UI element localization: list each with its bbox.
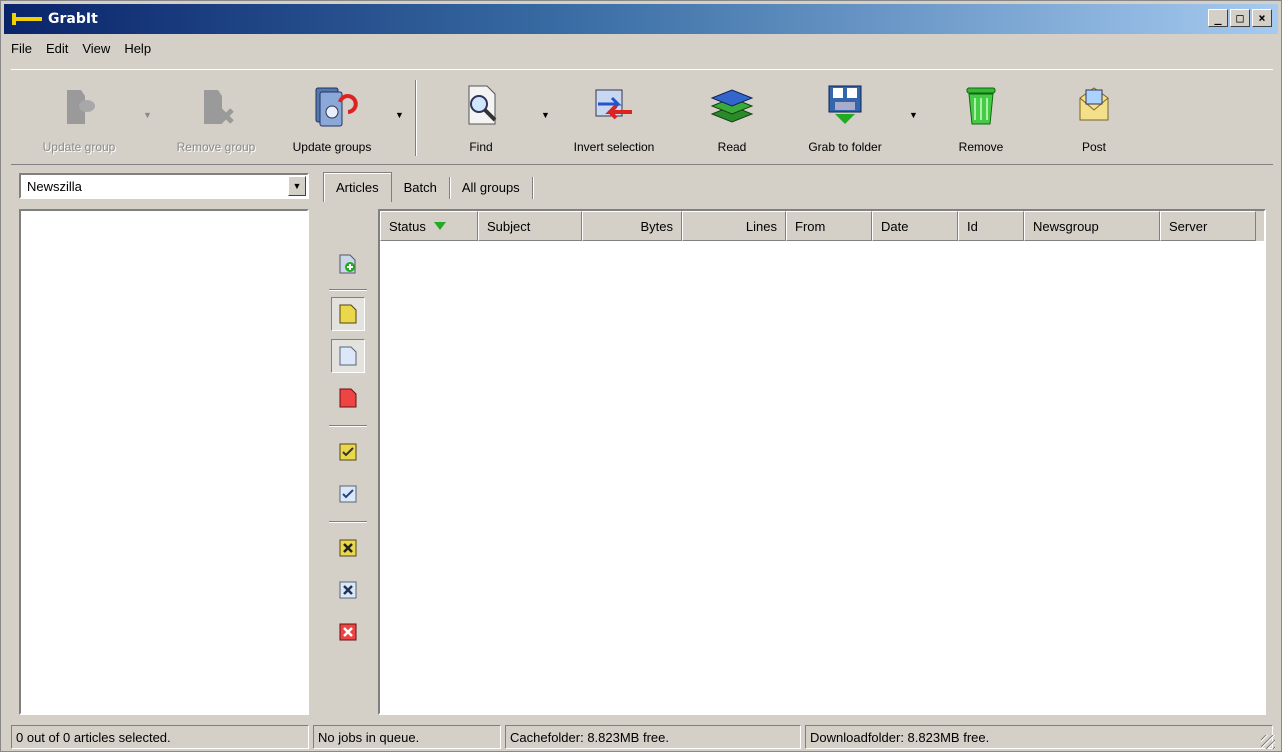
read-label: Read <box>717 140 747 154</box>
column-status[interactable]: Status <box>380 211 478 241</box>
red-x-icon <box>339 623 357 641</box>
tab-all-groups[interactable]: All groups <box>450 172 532 202</box>
menu-file[interactable]: File <box>11 41 32 56</box>
column-headers: Status Subject Bytes Lines From Date Id … <box>380 211 1264 241</box>
filter-blue-x-button[interactable] <box>331 573 365 607</box>
filter-separator <box>329 425 367 427</box>
status-bar: 0 out of 0 articles selected. No jobs in… <box>11 725 1277 751</box>
update-groups-dropdown-icon[interactable]: ▼ <box>395 110 404 120</box>
tab-batch[interactable]: Batch <box>392 172 449 202</box>
invert-selection-button[interactable]: Invert selection <box>559 74 669 162</box>
remove-group-label: Remove group <box>176 140 256 154</box>
yellow-check-icon <box>339 443 357 461</box>
filter-separator <box>329 289 367 291</box>
yellow-x-icon <box>339 539 357 557</box>
post-button[interactable]: Post <box>1059 74 1129 162</box>
tab-separator <box>531 177 533 199</box>
invert-selection-icon <box>595 89 632 120</box>
toolbar-separator <box>415 80 417 156</box>
filter-yellow-check-button[interactable] <box>331 435 365 469</box>
blue-x-icon <box>339 581 357 599</box>
column-bytes[interactable]: Bytes <box>582 211 682 241</box>
status-queue: No jobs in queue. <box>313 725 501 749</box>
column-server[interactable]: Server <box>1160 211 1256 241</box>
menu-help[interactable]: Help <box>124 41 151 56</box>
menu-bar: File Edit View Help <box>11 41 151 56</box>
post-icon <box>1079 87 1109 121</box>
update-group-button[interactable]: Update group <box>29 74 129 162</box>
server-select[interactable]: Newszilla ▼ <box>19 173 309 199</box>
remove-group-icon <box>204 90 234 124</box>
filter-red-doc-button[interactable] <box>331 381 365 415</box>
update-group-icon <box>67 90 95 124</box>
update-groups-button[interactable]: Update groups <box>279 74 385 162</box>
app-icon <box>12 13 42 25</box>
menu-edit[interactable]: Edit <box>46 41 68 56</box>
article-list[interactable]: Status Subject Bytes Lines From Date Id … <box>378 209 1266 715</box>
grab-to-folder-label: Grab to folder <box>808 140 882 154</box>
window-title: GrabIt <box>48 11 98 27</box>
view-tabs: Articles Batch All groups <box>323 172 533 202</box>
red-document-icon <box>339 388 357 408</box>
close-button[interactable]: × <box>1252 9 1272 27</box>
blue-check-icon <box>339 485 357 503</box>
post-label: Post <box>1081 140 1106 154</box>
sort-descending-icon <box>433 222 446 230</box>
trash-icon <box>966 87 996 125</box>
find-icon <box>468 85 497 125</box>
minimize-button[interactable]: _ <box>1208 9 1228 27</box>
chevron-down-icon[interactable]: ▼ <box>288 176 306 196</box>
column-lines[interactable]: Lines <box>682 211 786 241</box>
filter-yellow-x-button[interactable] <box>331 531 365 565</box>
menu-view[interactable]: View <box>82 41 110 56</box>
update-groups-label: Update groups <box>292 140 372 154</box>
yellow-document-icon <box>339 304 357 324</box>
filter-separator <box>329 521 367 523</box>
filter-blue-doc-button[interactable] <box>331 339 365 373</box>
status-download: Downloadfolder: 8.823MB free. <box>805 725 1273 749</box>
read-button[interactable]: Read <box>697 74 767 162</box>
window-controls: _ □ × <box>1208 9 1272 27</box>
remove-button[interactable]: Remove <box>941 74 1021 162</box>
add-filter-button[interactable] <box>331 247 365 281</box>
update-group-dropdown-icon[interactable]: ▼ <box>143 110 152 120</box>
maximize-button[interactable]: □ <box>1230 9 1250 27</box>
find-dropdown-icon[interactable]: ▼ <box>541 110 550 120</box>
update-groups-icon <box>315 87 358 127</box>
filter-yellow-doc-button[interactable] <box>331 297 365 331</box>
column-from[interactable]: From <box>786 211 872 241</box>
resize-grip-icon[interactable] <box>1261 735 1275 749</box>
column-subject[interactable]: Subject <box>478 211 582 241</box>
status-cache: Cachefolder: 8.823MB free. <box>505 725 801 749</box>
grabit-window: GrabIt _ □ × File Edit View Help Update … <box>0 0 1282 752</box>
filter-strip <box>323 209 373 715</box>
add-document-icon <box>339 254 356 274</box>
tab-articles[interactable]: Articles <box>323 172 392 202</box>
grab-to-folder-icon <box>828 85 862 124</box>
column-id[interactable]: Id <box>958 211 1024 241</box>
update-group-label: Update group <box>42 140 116 154</box>
blue-document-icon <box>339 346 357 366</box>
status-selection: 0 out of 0 articles selected. <box>11 725 309 749</box>
column-newsgroup[interactable]: Newsgroup <box>1024 211 1160 241</box>
title-bar[interactable]: GrabIt _ □ × <box>4 4 1278 34</box>
filter-blue-check-button[interactable] <box>331 477 365 511</box>
filter-red-x-button[interactable] <box>331 615 365 649</box>
invert-selection-label: Invert selection <box>573 140 655 154</box>
remove-group-button[interactable]: Remove group <box>161 74 271 162</box>
find-label: Find <box>469 140 493 154</box>
find-button[interactable]: Find <box>441 74 521 162</box>
server-select-value: Newszilla <box>27 178 82 194</box>
read-icon <box>710 89 754 123</box>
remove-label: Remove <box>958 140 1004 154</box>
column-date[interactable]: Date <box>872 211 958 241</box>
group-tree[interactable] <box>19 209 309 715</box>
grab-to-folder-button[interactable]: Grab to folder <box>795 74 895 162</box>
grab-to-folder-dropdown-icon[interactable]: ▼ <box>909 110 918 120</box>
toolbar: Update group ▼ Remove group Update group… <box>11 69 1273 165</box>
column-status-label: Status <box>389 218 426 234</box>
